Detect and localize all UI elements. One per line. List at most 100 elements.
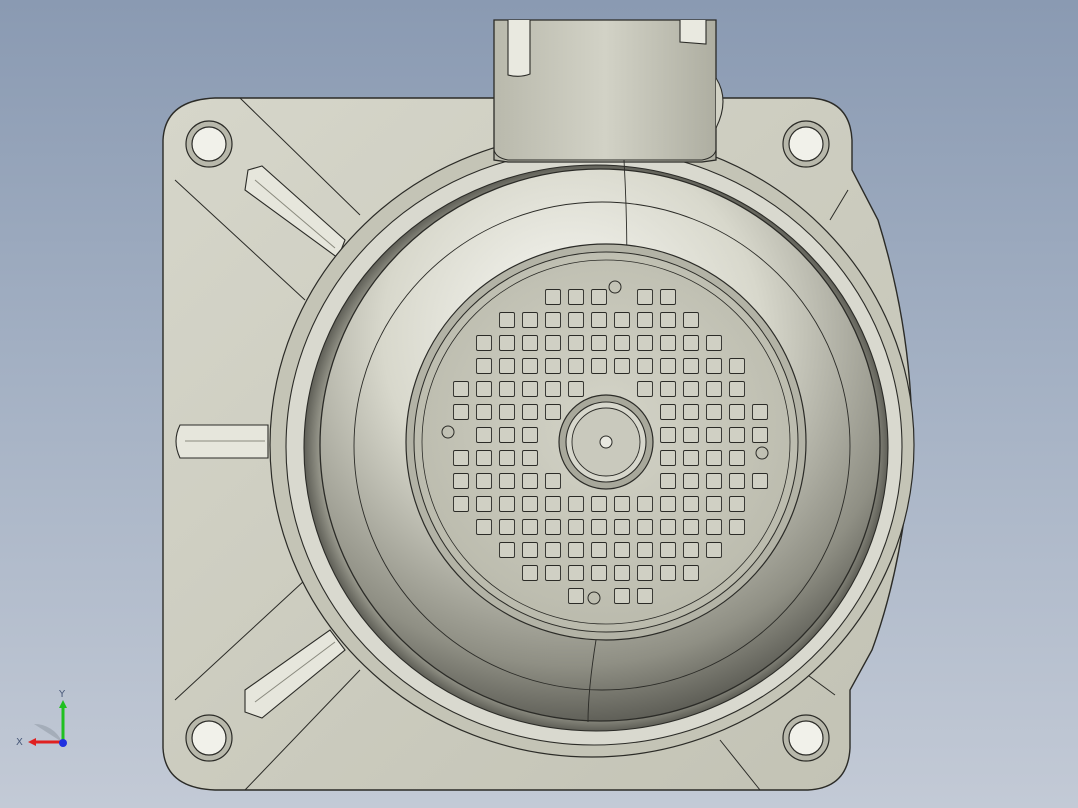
vent-slot (637, 335, 653, 351)
vent-slot (453, 404, 469, 420)
vent-slot (614, 542, 630, 558)
vent-slot (729, 427, 745, 443)
vent-slot (568, 358, 584, 374)
vent-slot (729, 358, 745, 374)
motor-model-view[interactable] (0, 0, 1078, 808)
vent-slot (660, 450, 676, 466)
vent-slot (637, 565, 653, 581)
vent-slot (729, 473, 745, 489)
vent-slot (568, 565, 584, 581)
vent-slot (706, 519, 722, 535)
vent-slot (476, 404, 492, 420)
vent-slot (729, 496, 745, 512)
vent-slot (545, 381, 561, 397)
vent-slot (568, 381, 584, 397)
vent-slot (568, 542, 584, 558)
orientation-triad: Y X (16, 689, 67, 748)
vent-slot (660, 427, 676, 443)
vent-slot (522, 542, 538, 558)
vent-slot (591, 335, 607, 351)
graphics-viewport[interactable]: Y X (0, 0, 1078, 808)
vent-slot (660, 335, 676, 351)
vent-slot (752, 404, 768, 420)
vent-slot (499, 335, 515, 351)
vent-slot (637, 588, 653, 604)
vent-slot (683, 358, 699, 374)
vent-slot (614, 519, 630, 535)
vent-slot (683, 542, 699, 558)
vent-slot (568, 588, 584, 604)
vent-slot (453, 381, 469, 397)
vent-slot (545, 473, 561, 489)
vent-slot (568, 519, 584, 535)
vent-slot (729, 519, 745, 535)
vent-slot (614, 565, 630, 581)
vent-slot (545, 496, 561, 512)
vent-slot (476, 450, 492, 466)
vent-slot (660, 404, 676, 420)
vent-slot (660, 565, 676, 581)
vent-slot (591, 358, 607, 374)
vent-slot (706, 542, 722, 558)
vent-slot (499, 496, 515, 512)
vent-slot (545, 312, 561, 328)
vent-slot (499, 450, 515, 466)
vent-slot (637, 358, 653, 374)
vent-slot (476, 519, 492, 535)
vent-slot (499, 312, 515, 328)
vent-slot (706, 427, 722, 443)
vent-slot (729, 404, 745, 420)
vent-slot (453, 450, 469, 466)
vent-slot (683, 312, 699, 328)
vent-slot (568, 312, 584, 328)
y-axis-arrow (59, 700, 67, 708)
y-axis-label: Y (58, 689, 66, 700)
vent-slot (637, 312, 653, 328)
vent-slot (683, 450, 699, 466)
vent-slot (545, 519, 561, 535)
vent-slot (637, 519, 653, 535)
vent-slot (522, 358, 538, 374)
vent-slot (545, 565, 561, 581)
vent-slot (683, 335, 699, 351)
vent-slot (706, 358, 722, 374)
mounting-hole-top-right (782, 120, 830, 168)
vent-slot (637, 289, 653, 305)
vent-slot (683, 519, 699, 535)
vent-slot (476, 358, 492, 374)
vent-slot (683, 473, 699, 489)
z-axis-dot (59, 739, 67, 747)
vent-slot (660, 381, 676, 397)
vent-slot (706, 404, 722, 420)
vent-slot (499, 542, 515, 558)
vent-slot (683, 381, 699, 397)
vent-slot (729, 450, 745, 466)
vent-slot (637, 381, 653, 397)
vent-slot (499, 381, 515, 397)
vent-slot (545, 542, 561, 558)
vent-slot (499, 473, 515, 489)
vent-slot (637, 496, 653, 512)
vent-slot (660, 289, 676, 305)
vent-slot (476, 335, 492, 351)
vent-slot (660, 358, 676, 374)
vent-slot (614, 358, 630, 374)
mounting-hole-top-left (185, 120, 233, 168)
x-axis-label: X (16, 737, 23, 748)
vent-slot (522, 565, 538, 581)
vent-slot (591, 565, 607, 581)
mounting-hole-bottom-right (782, 714, 830, 762)
vent-slot (499, 519, 515, 535)
vent-slot (660, 496, 676, 512)
vent-slot (545, 335, 561, 351)
vent-slot (683, 565, 699, 581)
terminal-box (493, 19, 724, 163)
vent-slot (591, 519, 607, 535)
x-axis-arrow (28, 738, 36, 746)
vent-slot (706, 473, 722, 489)
vent-slot (522, 519, 538, 535)
vent-slot (591, 542, 607, 558)
vent-slot (706, 450, 722, 466)
vent-slot (591, 496, 607, 512)
vent-slot (522, 450, 538, 466)
